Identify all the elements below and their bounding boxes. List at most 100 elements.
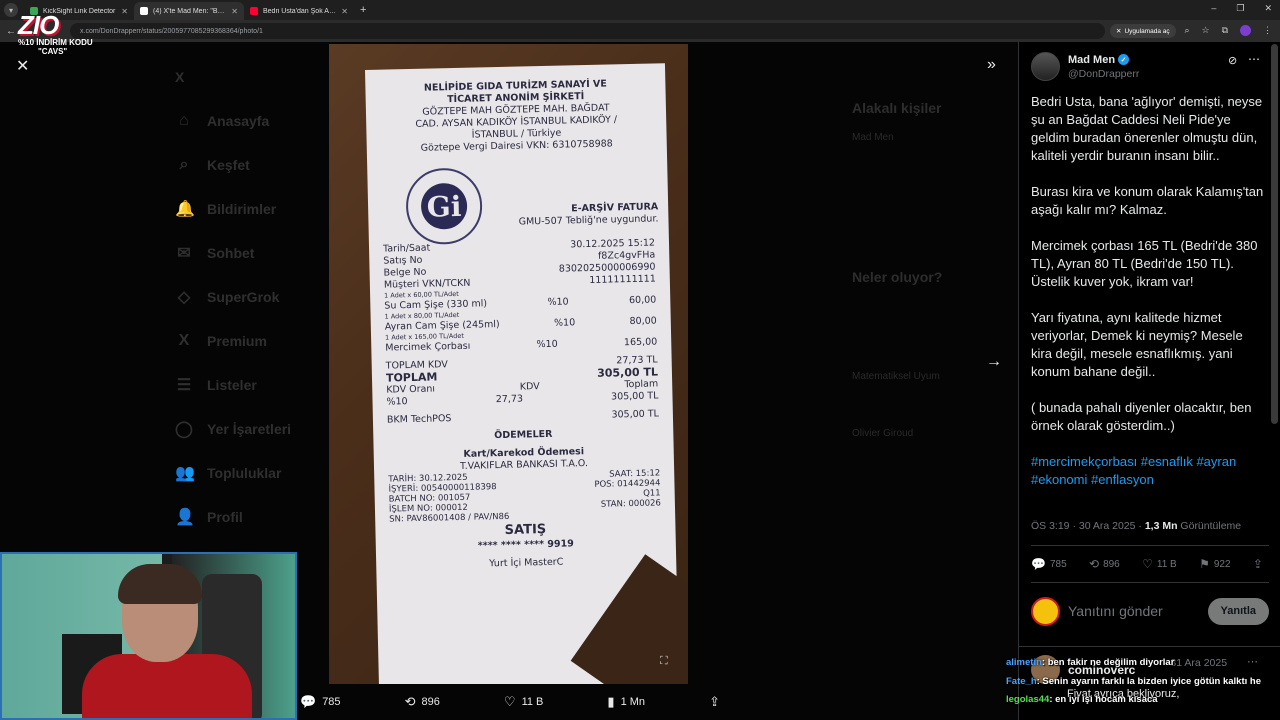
window-controls: – ❐ ✕ — [1211, 3, 1272, 14]
like-stat[interactable]: ♡ 11 B — [1142, 557, 1177, 571]
dimmed-side-nav: X ⌂ Anasayfa ⌕ Keşfet 🔔 Bildirimler ✉ Sohbet ◇ Sup… — [175, 55, 315, 583]
verified-badge-icon: ✓ — [1118, 54, 1130, 65]
nav-item-label: SuperGrok — [207, 289, 280, 305]
like-action[interactable]: ♡ 11 B — [504, 694, 543, 710]
tab-close-icon[interactable]: ✕ — [231, 7, 238, 16]
toolbar-icons: ⌕ ☆ ⧉ ⋮ — [1184, 25, 1272, 36]
nav-item-icon: 👥 — [175, 465, 195, 482]
tweet-hashtags[interactable]: #mercimekçorbası #esnaflık #ayran #ekono… — [1031, 453, 1267, 489]
more-options-icon[interactable]: ⋯ — [1248, 52, 1260, 66]
tweet-paragraph: Yarı fiyatına, aynı kalitede hizmet veri… — [1031, 310, 1243, 379]
receipt-item-price: 165,00 — [623, 336, 658, 349]
receipt-photo: NELİPİDE GIDA TURİZM SANAYİ VE TİCARET A… — [329, 44, 688, 684]
kdv-rate-header: KDV Oranı — [386, 383, 436, 396]
tab-x-post[interactable]: (4) X'te Mad Men: "Bedri Usta, bana 'ağl… — [134, 2, 244, 20]
tab-close-icon[interactable]: ✕ — [341, 7, 348, 16]
tab-close-icon[interactable]: ✕ — [121, 7, 128, 16]
nav-item-label: Bildirimler — [207, 201, 277, 217]
nav-item-label: Sohbet — [207, 245, 255, 261]
back-icon[interactable]: ← — [6, 26, 16, 37]
expand-image-icon[interactable]: ⛶ — [660, 655, 668, 668]
tweet-timestamp[interactable]: ÖS 3:19 · 30 Ara 2025 · — [1031, 520, 1145, 532]
app-chip-close-icon[interactable]: ✕ — [1116, 27, 1121, 35]
divider — [1031, 545, 1269, 546]
receipt-item-name: Mercimek Çorbası — [385, 340, 471, 354]
repost-stat[interactable]: ⟲ 896 — [1089, 557, 1120, 571]
reply-stat[interactable]: 💬 785 — [1031, 557, 1067, 571]
author-avatar[interactable] — [1031, 52, 1060, 81]
tweet-paragraph: Bedri Usta, bana 'ağlıyor' demişti, neys… — [1031, 94, 1263, 163]
maximize-icon[interactable]: ❐ — [1236, 3, 1244, 14]
repost-count: 896 — [1103, 558, 1120, 570]
kdv-amount: 27,73 — [495, 393, 524, 406]
tweet-body: Bedri Usta, bana 'ağlıyor' demişti, neys… — [1031, 93, 1267, 507]
tweet-author[interactable]: Mad Men ✓ @DonDrapperr — [1031, 52, 1139, 81]
x-logo-icon: X — [175, 69, 185, 85]
tab-youtube[interactable]: Bedri Usta'dan Şok Açıklama "Ü ✕ — [244, 2, 354, 20]
logo-discount-text: %10 İNDİRİM KODU — [18, 38, 93, 47]
nav-item-icon: ⌂ — [179, 112, 189, 129]
receipt-info-value: 11111111111 — [589, 273, 656, 286]
nav-item-icon: ◯ — [175, 421, 193, 438]
logo-code-text: "CAVS" — [38, 47, 68, 56]
views-count: 1 Mn — [620, 696, 646, 708]
receipt-info-label: Belge No — [383, 266, 427, 279]
author-handle[interactable]: @DonDrapperr — [1068, 68, 1139, 80]
repost-icon: ⟲ — [404, 694, 416, 709]
reply-input[interactable]: Yanıtını gönder — [1068, 603, 1208, 619]
chat-text: : ben fakir ne değilim diyorlar — [1041, 657, 1175, 668]
reply-button[interactable]: Yanıtla — [1207, 597, 1269, 625]
extensions-icon[interactable]: ⧉ — [1222, 25, 1228, 36]
share-stat[interactable]: ⇪ — [1253, 557, 1263, 571]
nav-item: ☰ Listeler — [175, 363, 315, 407]
new-tab-icon[interactable]: + — [360, 4, 366, 16]
reply-action[interactable]: 💬 785 — [300, 694, 341, 710]
profile-avatar[interactable] — [1240, 25, 1251, 36]
bank-row-right: STAN: 000026 — [600, 498, 662, 510]
tab-search-icon[interactable]: ▾ — [4, 3, 18, 17]
bookmark-stat[interactable]: ⚑ 922 — [1199, 557, 1230, 571]
close-lightbox-icon[interactable]: ✕ — [16, 56, 29, 76]
webcam-overlay — [0, 552, 297, 720]
app-chip-label: Uygulamada aç — [1124, 27, 1170, 35]
tweet-paragraph: Burası kira ve konum olarak Kalamış'tan … — [1031, 184, 1264, 217]
share-icon: ⇪ — [709, 694, 720, 709]
like-count: 11 B — [1156, 558, 1177, 570]
next-photo-arrow-icon[interactable]: → — [986, 353, 1002, 371]
reply-count: 785 — [322, 696, 341, 708]
user-avatar[interactable] — [1031, 596, 1060, 626]
related-person: Mad Men — [852, 132, 894, 143]
x-favicon-icon — [140, 7, 148, 15]
kdv-total: 305,00 TL — [610, 390, 659, 403]
views-chart-icon: ▮ — [607, 694, 615, 709]
browser-menu-icon[interactable]: ⋮ — [1263, 25, 1272, 36]
trend-item: Olivier Giroud — [852, 428, 914, 439]
nav-item-label: Yer İşaretleri — [207, 421, 292, 437]
open-in-app-chip[interactable]: ✕ Uygulamada aç — [1110, 24, 1176, 38]
whats-happening-heading: Neler oluyor? — [852, 269, 943, 285]
views-action[interactable]: ▮ 1 Mn — [607, 694, 645, 710]
reply-count: 785 — [1049, 558, 1067, 570]
kdv-total-header: Toplam — [624, 378, 659, 391]
kdv-header: KDV — [519, 381, 540, 393]
address-bar[interactable]: x.com/DonDrapperr/status/200597708529936… — [70, 23, 1105, 39]
author-name[interactable]: Mad Men — [1068, 54, 1115, 66]
grok-icon[interactable]: ⊘ — [1228, 54, 1237, 67]
share-action[interactable]: ⇪ — [709, 694, 720, 710]
tweet-view-count: 1,3 Mn — [1144, 520, 1178, 532]
repost-action[interactable]: ⟲ 896 — [405, 694, 440, 710]
panel-scrollbar[interactable] — [1271, 44, 1278, 424]
receipt-info-label: Tarih/Saat — [382, 242, 431, 255]
tweet-view-label: Görüntüleme — [1177, 520, 1242, 532]
nav-item: ⌂ Anasayfa — [175, 99, 315, 143]
zoom-icon[interactable]: ⌕ — [1184, 25, 1189, 36]
bookmark-star-icon[interactable]: ☆ — [1201, 25, 1209, 36]
nav-item: ⌕ Keşfet — [175, 143, 315, 187]
receipt-item-vat: %10 — [553, 317, 576, 329]
dimmed-right-column: Alakalı kişiler Mad Men Neler oluyor? Ma… — [852, 100, 1012, 445]
window-close-icon[interactable]: ✕ — [1264, 3, 1272, 14]
nav-item-label: Premium — [207, 333, 267, 349]
collapse-panel-icon[interactable]: » — [987, 56, 996, 74]
minimize-icon[interactable]: – — [1211, 3, 1216, 14]
browser-tab-bar: ▾ KickSight Link Detector ✕ (4) X'te Mad… — [0, 0, 1280, 20]
